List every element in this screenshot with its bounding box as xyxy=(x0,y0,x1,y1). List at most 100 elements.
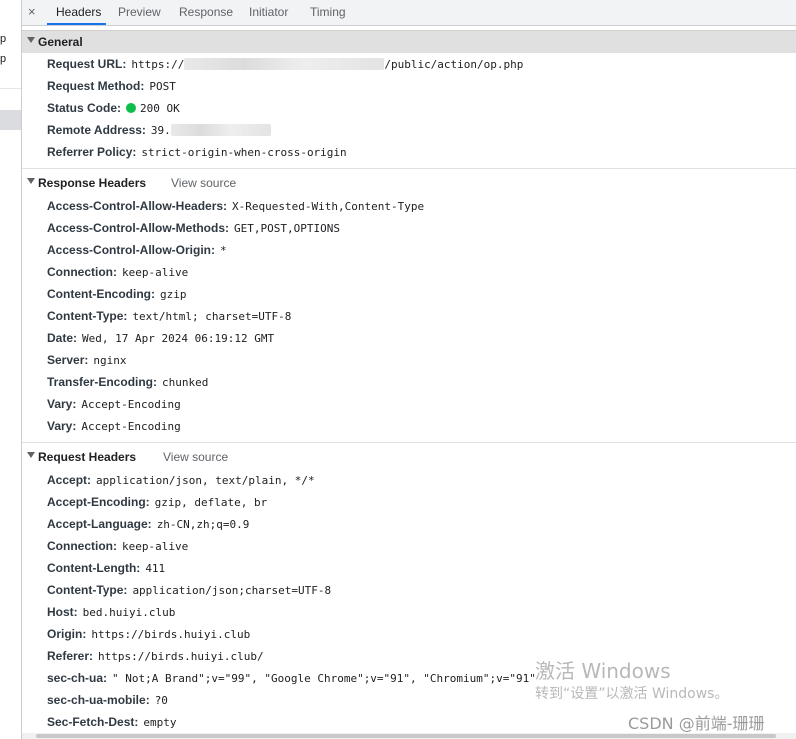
header-row: Date: Wed, 17 Apr 2024 06:19:12 GMT xyxy=(47,331,274,347)
header-key: Host: xyxy=(47,605,78,619)
referrer-policy-row: Referrer Policy: strict-origin-when-cross… xyxy=(47,145,347,159)
headers-panel: × Headers Preview Response Initiator Tim… xyxy=(22,0,796,739)
header-value: https://birds.huiyi.club xyxy=(91,628,251,641)
tab-initiator[interactable]: Initiator xyxy=(249,5,288,19)
header-row: Connection: keep-alive xyxy=(47,265,188,281)
tab-preview[interactable]: Preview xyxy=(118,5,161,19)
status-ok-icon xyxy=(126,103,137,113)
active-tab-indicator xyxy=(47,23,106,25)
header-key: Transfer-Encoding: xyxy=(47,375,158,389)
header-row: Vary: Accept-Encoding xyxy=(47,397,181,413)
header-row: Origin: https://birds.huiyi.club xyxy=(47,627,250,643)
header-row: Content-Type: text/html; charset=UTF-8 xyxy=(47,309,291,325)
list-divider xyxy=(0,88,21,89)
section-divider xyxy=(22,442,796,443)
header-key: Server: xyxy=(47,353,89,367)
collapse-triangle-icon xyxy=(27,452,35,458)
header-key: Content-Encoding: xyxy=(47,287,155,301)
tab-headers[interactable]: Headers xyxy=(56,5,101,19)
header-value: * xyxy=(220,244,227,257)
header-value: empty xyxy=(143,716,177,729)
header-key: Accept-Encoding: xyxy=(47,495,150,509)
request-name-fragment[interactable]: p xyxy=(0,33,6,45)
tab-bar: × Headers Preview Response Initiator Tim… xyxy=(22,0,796,26)
header-key: sec-ch-ua-mobile: xyxy=(47,693,150,707)
view-source-link[interactable]: View source xyxy=(163,450,228,464)
header-value: keep-alive xyxy=(122,540,189,553)
header-value: " Not;A Brand";v="99", "Google Chrome";v… xyxy=(112,672,536,685)
header-row: Referer: https://birds.huiyi.club/ xyxy=(47,649,264,665)
header-row: Sec-Fetch-Dest: empty xyxy=(47,715,176,731)
close-icon[interactable]: × xyxy=(28,4,36,19)
request-name-fragment[interactable]: p xyxy=(0,53,6,65)
redacted-region xyxy=(170,124,271,136)
header-key: Content-Type: xyxy=(47,309,128,323)
status-code-row: Status Code: 200 OK xyxy=(47,101,180,115)
header-key: Sec-Fetch-Dest: xyxy=(47,715,139,729)
header-key: Access-Control-Allow-Origin: xyxy=(47,243,216,257)
general-section-header[interactable]: General xyxy=(22,30,796,53)
header-key: Access-Control-Allow-Headers: xyxy=(47,199,228,213)
header-key: Accept-Language: xyxy=(47,517,152,531)
header-row: Access-Control-Allow-Methods: GET,POST,OP… xyxy=(47,221,340,237)
header-row: Content-Length: 411 xyxy=(47,561,165,577)
header-key: Access-Control-Allow-Methods: xyxy=(47,221,230,235)
header-row: Connection: keep-alive xyxy=(47,539,188,555)
header-row: Vary: Accept-Encoding xyxy=(47,419,181,435)
header-value: ?0 xyxy=(154,694,168,707)
header-value: Accept-Encoding xyxy=(81,420,181,433)
header-key: Connection: xyxy=(47,265,117,279)
header-value: application/json;charset=UTF-8 xyxy=(132,584,332,597)
response-headers-section-header[interactable]: Response Headers View source xyxy=(22,172,796,194)
header-key: Referer: xyxy=(47,649,94,663)
header-key: Accept: xyxy=(47,473,92,487)
request-headers-section-header[interactable]: Request Headers View source xyxy=(22,446,796,468)
windows-activation-watermark: 激活 Windows xyxy=(535,659,671,683)
header-row: Access-Control-Allow-Headers: X-Requested… xyxy=(47,199,424,215)
header-key: Vary: xyxy=(47,419,77,433)
collapse-triangle-icon xyxy=(27,178,35,184)
view-source-link[interactable]: View source xyxy=(171,176,236,190)
header-value: X-Requested-With,Content-Type xyxy=(232,200,425,213)
header-value: bed.huiyi.club xyxy=(82,606,176,619)
section-title: Response Headers xyxy=(38,176,147,190)
redacted-region xyxy=(184,58,385,70)
section-title: Request Headers xyxy=(38,450,137,464)
header-value: nginx xyxy=(93,354,127,367)
header-row: Accept: application/json, text/plain, */* xyxy=(47,473,315,489)
tab-timing[interactable]: Timing xyxy=(310,5,346,19)
tab-response[interactable]: Response xyxy=(179,5,233,19)
header-key: Connection: xyxy=(47,539,117,553)
windows-activation-hint: 转到“设置”以激活 Windows。 xyxy=(535,686,729,702)
header-key: Content-Type: xyxy=(47,583,128,597)
section-title: General xyxy=(38,35,83,49)
header-value: keep-alive xyxy=(122,266,189,279)
header-row: Accept-Language: zh-CN,zh;q=0.9 xyxy=(47,517,249,533)
header-row: Host: bed.huiyi.club xyxy=(47,605,175,621)
header-key: Content-Length: xyxy=(47,561,141,575)
header-row: Content-Encoding: gzip xyxy=(47,287,186,303)
header-value: Wed, 17 Apr 2024 06:19:12 GMT xyxy=(82,332,275,345)
header-value: text/html; charset=UTF-8 xyxy=(132,310,292,323)
header-value: GET,POST,OPTIONS xyxy=(234,222,340,235)
scrollbar-thumb[interactable] xyxy=(36,734,776,738)
header-row: Accept-Encoding: gzip, deflate, br xyxy=(47,495,267,511)
collapse-triangle-icon xyxy=(27,37,35,43)
section-divider xyxy=(22,168,796,169)
header-value: chunked xyxy=(162,376,209,389)
header-value: gzip xyxy=(159,288,187,301)
header-row: Content-Type: application/json;charset=UT… xyxy=(47,583,331,599)
header-key: sec-ch-ua: xyxy=(47,671,108,685)
selected-request-row[interactable] xyxy=(0,110,21,130)
header-value: 411 xyxy=(145,562,166,575)
header-key: Origin: xyxy=(47,627,87,641)
header-value: Accept-Encoding xyxy=(81,398,181,411)
header-row: sec-ch-ua: " Not;A Brand";v="99", "Google… xyxy=(47,671,536,687)
remote-address-row: Remote Address: 39. xyxy=(47,123,271,139)
header-value: gzip, deflate, br xyxy=(154,496,268,509)
header-row: Access-Control-Allow-Origin: * xyxy=(47,243,227,259)
request-method-row: Request Method: POST xyxy=(47,79,176,93)
header-value: https://birds.huiyi.club/ xyxy=(98,650,264,663)
horizontal-scrollbar[interactable] xyxy=(22,733,796,739)
request-list-strip[interactable]: p p xyxy=(0,0,22,739)
